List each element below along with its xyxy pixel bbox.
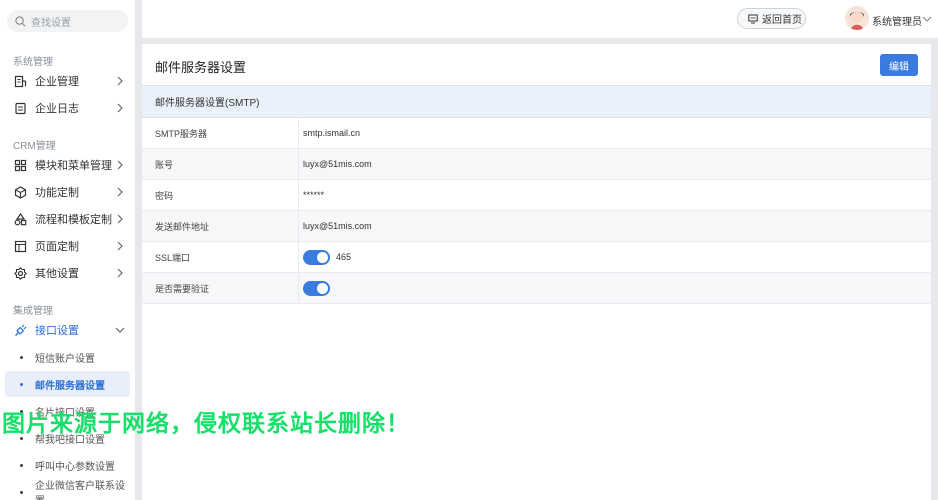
bullet-dot: [20, 356, 23, 359]
row-value: smtp.ismail.cn: [303, 128, 361, 138]
search-placeholder: 查找设置: [31, 17, 71, 29]
cube-icon: [14, 185, 27, 199]
bullet-dot: [20, 491, 23, 494]
layout-icon: [14, 240, 27, 253]
row-value: 465: [336, 252, 352, 262]
watermark-text: 图片来源于网络，侵权联系站长删除！: [2, 411, 410, 437]
back-to-home-label: 返回首页: [762, 15, 802, 26]
edit-button[interactable]: 编辑: [880, 54, 918, 76]
table-row: SMTP服务器 smtp.ismail.cn: [142, 118, 931, 149]
chevron-down-icon: [115, 327, 125, 333]
chevron-right-icon: [117, 241, 123, 251]
sidebar-item-label: 其他设置: [35, 268, 79, 280]
user-name[interactable]: 系统管理员: [872, 13, 922, 28]
row-label: SMTP服务器: [142, 118, 299, 148]
monitor-icon: [748, 14, 758, 23]
sidebar-item-enterprise-log[interactable]: 企业日志: [5, 95, 130, 121]
section-header: 邮件服务器设置(SMTP): [142, 85, 931, 118]
row-label: SSL端口: [142, 242, 299, 272]
table-row: 发送邮件地址 luyx@51mis.com: [142, 211, 931, 242]
plug-icon: [14, 324, 27, 337]
row-label: 发送邮件地址: [142, 211, 299, 241]
settings-search-input[interactable]: 查找设置: [7, 10, 128, 32]
sidebar-subitem-sms[interactable]: 短信账户设置: [5, 344, 130, 370]
gear-icon: [14, 266, 27, 280]
sidebar-subitem-callcenter[interactable]: 呼叫中心参数设置: [5, 452, 130, 478]
group-title-integration: 集成管理: [13, 306, 53, 317]
sidebar-subitem-label: 短信账户设置: [35, 353, 95, 365]
chevron-right-icon: [117, 76, 123, 86]
sidebar-item-label: 功能定制: [35, 187, 79, 199]
avatar[interactable]: [845, 6, 869, 30]
row-value-container: 465: [299, 242, 931, 272]
table-row: 密码 ******: [142, 180, 931, 211]
chevron-right-icon: [117, 187, 123, 197]
top-header: 返回首页 系统管理员: [142, 0, 938, 38]
sidebar-item-page-custom[interactable]: 页面定制: [5, 233, 130, 259]
chevron-right-icon: [117, 268, 123, 278]
group-title-system: 系统管理: [13, 57, 53, 68]
group-title-crm: CRM管理: [13, 141, 56, 152]
chevron-right-icon: [117, 103, 123, 113]
row-value: luyx@51mis.com: [303, 159, 372, 169]
sidebar-item-feature-custom[interactable]: 功能定制: [5, 179, 130, 205]
row-value: ******: [303, 190, 325, 200]
settings-table: SMTP服务器 smtp.ismail.cn 账号 luyx@51mis.com…: [142, 118, 931, 304]
bullet-dot: [20, 383, 23, 386]
page-title: 邮件服务器设置: [155, 60, 247, 75]
sidebar-item-label: 流程和模板定制: [35, 214, 112, 226]
sidebar-item-enterprise-management[interactable]: 企业管理: [5, 68, 130, 94]
sidebar-subitem-label: 企业微信客户联系设置: [35, 481, 125, 500]
chevron-down-icon[interactable]: [922, 14, 932, 24]
row-value-container: [299, 273, 931, 303]
sidebar-item-other-settings[interactable]: 其他设置: [5, 260, 130, 286]
table-row: 是否需要验证: [142, 273, 931, 304]
row-label: 账号: [142, 149, 299, 179]
document-icon: [14, 102, 27, 115]
grid-icon: [14, 159, 27, 172]
chevron-right-icon: [117, 214, 123, 224]
row-label: 密码: [142, 180, 299, 210]
sidebar-item-label: 企业日志: [35, 103, 79, 115]
search-icon: [15, 15, 26, 26]
chevron-right-icon: [117, 160, 123, 170]
row-value: luyx@51mis.com: [303, 221, 372, 231]
row-label: 是否需要验证: [142, 273, 299, 303]
shapes-icon: [14, 212, 27, 226]
sidebar-subitem-mail[interactable]: 邮件服务器设置: [5, 371, 130, 397]
sidebar-item-label: 企业管理: [35, 76, 79, 88]
sidebar-item-flow-template[interactable]: 流程和模板定制: [5, 206, 130, 232]
auth-required-toggle[interactable]: [303, 280, 330, 296]
sidebar-item-label: 页面定制: [35, 241, 79, 253]
sidebar-item-module-menu[interactable]: 模块和菜单管理: [5, 152, 130, 178]
sidebar-subitem-wechat[interactable]: 企业微信客户联系设置: [5, 479, 130, 500]
sidebar-subitem-label: 邮件服务器设置: [35, 380, 105, 392]
user-avatar-icon: [845, 6, 869, 30]
sidebar-item-api-settings[interactable]: 接口设置: [5, 317, 130, 343]
sidebar-subitem-label: 呼叫中心参数设置: [35, 461, 115, 473]
back-to-home-button[interactable]: 返回首页: [737, 8, 806, 29]
bullet-dot: [20, 464, 23, 467]
ssl-toggle[interactable]: [303, 249, 330, 265]
table-row: SSL端口 465: [142, 242, 931, 273]
building-icon: [14, 75, 27, 88]
sidebar-item-label: 接口设置: [35, 325, 79, 337]
sidebar-item-label: 模块和菜单管理: [35, 160, 112, 172]
table-row: 账号 luyx@51mis.com: [142, 149, 931, 180]
